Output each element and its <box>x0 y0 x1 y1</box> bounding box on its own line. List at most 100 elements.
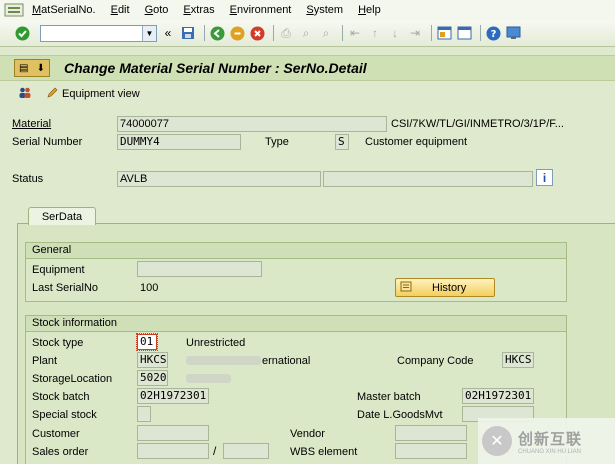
menu-system[interactable]: System <box>306 4 343 16</box>
print-icon[interactable]: ⎙ <box>278 25 294 41</box>
last-serialno-label: Last SerialNo <box>32 282 99 294</box>
stock-type-description: Unrestricted <box>186 337 246 349</box>
status-label: Status <box>12 173 44 185</box>
plant-label: Plant <box>32 355 58 367</box>
stock-batch-field[interactable]: 02H1972301 <box>137 388 209 404</box>
toolbar-separator <box>342 25 343 41</box>
svg-text:?: ? <box>490 29 496 40</box>
master-batch-label: Master batch <box>357 391 421 403</box>
equipment-field[interactable] <box>137 261 262 277</box>
help-icon[interactable]: ? <box>485 25 501 41</box>
save-icon[interactable] <box>180 25 196 41</box>
watermark: ✕ 创新互联 CHUANG XIN HU LIAN <box>478 418 615 464</box>
menu-matserialno[interactable]: MatSerialNo. <box>32 4 96 16</box>
watermark-subtext: CHUANG XIN HU LIAN <box>518 448 582 455</box>
cancel-icon[interactable] <box>249 25 265 41</box>
toolbar-separator <box>480 25 481 41</box>
toolbar-separator <box>431 25 432 41</box>
storage-name-redaction <box>186 374 231 383</box>
material-description: CSI/7KW/TL/GI/INMETRO/3/1P/F... <box>391 118 564 130</box>
pencil-icon <box>46 87 58 102</box>
vendor-field[interactable] <box>395 425 467 441</box>
sales-order-item-field[interactable] <box>223 443 269 459</box>
watermark-text: 创新互联 <box>518 430 583 448</box>
next-page-icon[interactable]: ↓ <box>387 25 403 41</box>
page-title: Change Material Serial Number : SerNo.De… <box>64 60 367 76</box>
plant-field[interactable]: HKCS <box>137 352 168 368</box>
plant-name-redaction <box>186 356 261 365</box>
plant-description: ernational <box>262 355 311 367</box>
status-field[interactable]: AVLB <box>117 171 321 187</box>
equipment-view-label: Equipment view <box>62 88 140 100</box>
sales-order-label: Sales order <box>32 446 89 458</box>
command-field[interactable]: ▼ <box>40 24 157 42</box>
type-label: Type <box>265 136 289 148</box>
title-badge-display-icon: ▤ <box>19 62 29 74</box>
partners-button[interactable] <box>18 87 36 102</box>
menu-environment[interactable]: Environment <box>230 4 292 16</box>
menu-extras[interactable]: Extras <box>183 4 214 16</box>
people-icon <box>18 87 32 102</box>
sales-order-separator: / <box>213 444 217 458</box>
general-group-title: General <box>26 243 566 259</box>
menu-edit[interactable]: Edit <box>111 4 130 16</box>
title-badge: ▤ ⬇ <box>14 59 50 77</box>
equipment-view-button[interactable]: Equipment view <box>46 87 140 102</box>
first-page-icon[interactable]: ⇤ <box>347 25 363 41</box>
storage-location-field[interactable]: 5020 <box>137 370 168 386</box>
find-next-icon[interactable]: ⌕ <box>318 25 334 41</box>
stock-batch-label: Stock batch <box>32 391 90 403</box>
title-badge-arrow-icon: ⬇ <box>36 62 45 74</box>
material-field[interactable]: 74000077 <box>117 116 387 132</box>
vendor-label: Vendor <box>290 428 325 440</box>
menu-help[interactable]: Help <box>358 4 381 16</box>
goods-movement-date-label: Date L.GoodsMvt <box>357 409 443 421</box>
toolbar-separator <box>273 25 274 41</box>
create-session-icon[interactable] <box>436 25 452 41</box>
tab-serdata[interactable]: SerData <box>28 207 96 225</box>
special-stock-label: Special stock <box>32 409 97 421</box>
shortcut-icon[interactable] <box>456 25 472 41</box>
toolbar-separator <box>204 25 205 41</box>
user-status-field[interactable] <box>323 171 533 187</box>
history-icon <box>400 281 412 295</box>
menu-goto[interactable]: Goto <box>145 4 169 16</box>
tab-serdata-label: SerData <box>41 210 83 223</box>
sales-order-field[interactable] <box>137 443 209 459</box>
application-toolbar: Equipment view <box>0 84 615 104</box>
stock-type-field[interactable]: 01 <box>136 333 158 351</box>
type-field[interactable]: S <box>335 134 349 150</box>
exit-icon[interactable] <box>229 25 245 41</box>
standard-toolbar: ▼ « ⎙ ⌕ ⌕ ⇤ ↑ ↓ ⇥ ? <box>0 20 615 47</box>
menu-bar: MatSerialNo. Edit Goto Extras Environmen… <box>0 0 615 20</box>
wbs-element-label: WBS element <box>290 446 358 458</box>
customize-layout-icon[interactable] <box>505 25 521 41</box>
last-serialno-value: 100 <box>140 282 159 294</box>
serial-number-field[interactable]: DUMMY4 <box>117 134 241 150</box>
stock-information-title: Stock information <box>26 316 566 332</box>
previous-page-icon[interactable]: ↑ <box>367 25 383 41</box>
history-button-label: History <box>432 281 467 294</box>
back-icon[interactable] <box>209 25 225 41</box>
equipment-label: Equipment <box>32 264 85 276</box>
special-stock-field[interactable] <box>137 406 151 422</box>
sap-menu-icon[interactable] <box>4 2 26 18</box>
material-label: Material <box>12 118 52 130</box>
command-dropdown-icon[interactable]: ▼ <box>142 25 156 41</box>
last-page-icon[interactable]: ⇥ <box>407 25 423 41</box>
master-batch-field[interactable]: 02H1972301 <box>462 388 534 404</box>
company-code-field[interactable]: HKCS <box>502 352 534 368</box>
wbs-element-field[interactable] <box>395 443 467 459</box>
stock-type-label: Stock type <box>32 337 84 349</box>
watermark-logo-icon: ✕ <box>482 426 512 456</box>
customer-label: Customer <box>32 428 80 440</box>
find-icon[interactable]: ⌕ <box>298 25 314 41</box>
customer-field[interactable] <box>137 425 209 441</box>
history-button[interactable]: History <box>395 278 495 297</box>
collapse-command-icon[interactable]: « <box>160 25 176 41</box>
enter-check-icon[interactable] <box>14 25 30 41</box>
storage-location-label: StorageLocation <box>32 373 113 385</box>
company-code-label: Company Code <box>397 355 474 367</box>
status-info-icon[interactable]: i <box>536 169 553 186</box>
serial-number-label: Serial Number <box>12 136 83 148</box>
